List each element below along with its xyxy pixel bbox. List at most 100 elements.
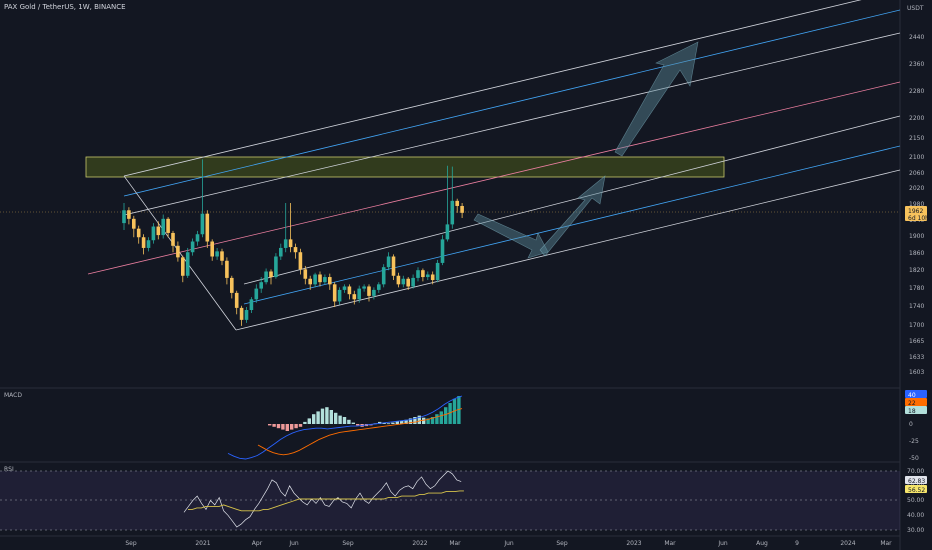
candle-body — [352, 294, 357, 300]
macd-histogram-bar — [298, 424, 303, 427]
svg-text:6d 10h: 6d 10h — [908, 215, 929, 222]
candle-body — [357, 288, 361, 300]
macd-histogram-bar — [342, 417, 347, 424]
price-badge: 19626d 10h — [905, 206, 929, 222]
channel-line-outer-bottom[interactable] — [235, 169, 901, 331]
rsi-tick-label: 30.00 — [907, 527, 924, 534]
candle-body — [332, 284, 337, 302]
candle-body — [244, 310, 249, 320]
candle-body — [386, 256, 391, 268]
price-tick-label: 1900 — [909, 233, 924, 240]
price-tick-label: 2060 — [909, 170, 924, 177]
macd-histogram-bar — [307, 418, 311, 424]
candle-body — [421, 270, 425, 278]
candle-body — [455, 200, 459, 206]
macd-signal-line — [257, 408, 463, 456]
svg-text:62.83: 62.83 — [908, 478, 925, 485]
svg-text:1962: 1962 — [908, 208, 923, 215]
macd-histogram-bar — [281, 424, 285, 430]
macd-histogram-bar — [351, 422, 355, 424]
price-tick-label: 2360 — [909, 61, 924, 68]
candle-body — [264, 271, 268, 283]
candle-body — [445, 224, 450, 240]
price-tick-label: 1820 — [909, 267, 924, 274]
chart-canvas[interactable]: USDT244023602280220021502100206020201980… — [0, 0, 932, 550]
candle-body — [215, 251, 219, 257]
candle-body — [377, 284, 381, 290]
candle-body — [127, 210, 131, 219]
rsi-ma-badge: 56.52 — [905, 485, 927, 494]
candle-body — [136, 228, 141, 238]
macd-badge-hist: 18 — [905, 406, 927, 415]
time-tick-label: 2022 — [412, 540, 427, 547]
rsi-tick-label: 70.00 — [907, 468, 924, 475]
candle-body — [367, 286, 371, 296]
macd-histogram-bar — [435, 414, 439, 424]
projection-arrows[interactable] — [473, 41, 699, 259]
candle-body — [181, 257, 185, 276]
rsi-tick-label: 50.00 — [907, 497, 924, 504]
time-tick-label: Jun — [503, 540, 514, 547]
candle-body — [460, 205, 464, 213]
currency-label: USDT — [907, 5, 924, 12]
candle-body — [161, 218, 165, 236]
time-tick-label: Mar — [664, 540, 676, 547]
price-tick-label: 1633 — [909, 354, 924, 361]
candle-body — [254, 288, 259, 300]
candle-body — [195, 234, 200, 242]
candle-body — [171, 232, 175, 246]
pitchfork-handle[interactable] — [123, 175, 237, 331]
candle-body — [342, 286, 347, 290]
svg-text:40: 40 — [908, 392, 916, 399]
time-tick-label: Jun — [288, 540, 299, 547]
candle-body — [426, 274, 430, 278]
candle-body — [362, 286, 366, 289]
price-tick-label: 1603 — [909, 369, 924, 376]
candle-body — [274, 256, 278, 278]
candle-body — [396, 275, 401, 285]
macd-tick-label: -25 — [909, 438, 919, 445]
candle-body — [156, 226, 161, 236]
macd-tick-label: -50 — [909, 455, 919, 462]
price-tick-label: 1780 — [909, 285, 924, 292]
macd-histogram-bar — [329, 410, 333, 424]
macd-badge-macd: 40 — [905, 390, 927, 399]
candle-body — [146, 240, 151, 248]
candle-body — [411, 277, 415, 287]
candle-body — [122, 210, 126, 224]
time-tick-label: 2021 — [195, 540, 210, 547]
candle-body — [401, 278, 406, 285]
arrow-up-1[interactable] — [539, 175, 606, 257]
time-tick-label: Apr — [252, 540, 263, 547]
macd-histogram-bar — [391, 422, 395, 424]
macd-histogram-bar — [276, 424, 281, 429]
macd-histogram-bar — [285, 424, 289, 431]
time-tick-label: Sep — [556, 540, 568, 547]
channel-line-median[interactable] — [87, 81, 901, 275]
candle-body — [303, 269, 308, 279]
candle-body — [430, 274, 435, 281]
time-tick-label: Sep — [125, 540, 137, 547]
candle-body — [381, 267, 386, 285]
candle-body — [132, 218, 136, 229]
arrow-down-1[interactable] — [473, 213, 549, 259]
candle-body — [372, 289, 376, 296]
candle-body — [416, 270, 420, 278]
time-tick-label: Aug — [756, 540, 768, 547]
candle-body — [391, 256, 396, 276]
time-tick-label: 2024 — [840, 540, 855, 547]
time-tick-label: Mar — [880, 540, 892, 547]
time-axis: Sep 2021 Apr Jun Sep 2022 Mar Jun Sep 2023 Mar Jun A… — [125, 540, 892, 547]
arrow-up-2[interactable] — [614, 41, 699, 157]
rsi-band — [0, 471, 900, 530]
time-tick-label: Mar — [449, 540, 461, 547]
channel-line-outer-top[interactable] — [123, 0, 885, 177]
macd-histogram-bar — [444, 407, 448, 424]
macd-histogram-bar — [312, 414, 316, 424]
candle-body — [220, 251, 224, 261]
macd-histogram-bar — [272, 424, 276, 427]
resistance-zone[interactable] — [85, 156, 725, 178]
channel-line-upper[interactable] — [123, 32, 901, 216]
channel-line-lower[interactable] — [243, 115, 901, 285]
candle-body — [239, 307, 244, 320]
